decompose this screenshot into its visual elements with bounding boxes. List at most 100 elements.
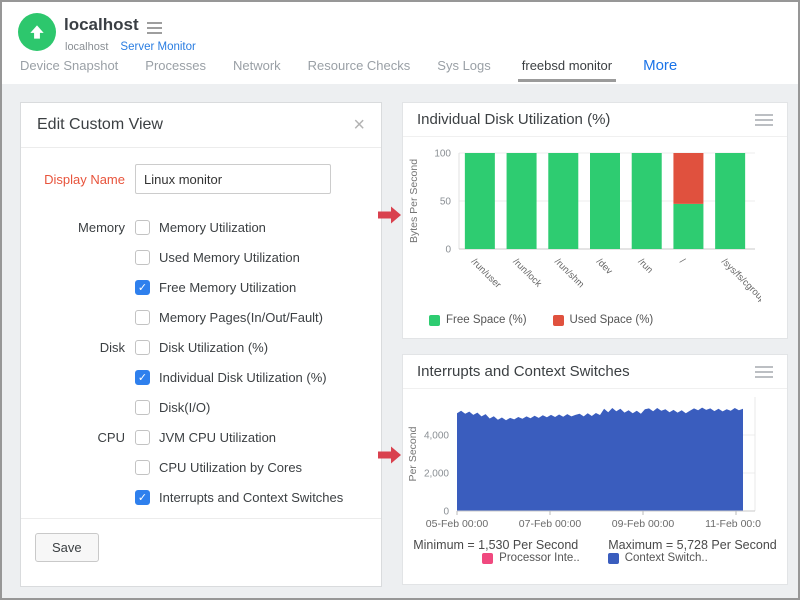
checkbox-unchecked[interactable] xyxy=(135,430,150,445)
group-label: Disk xyxy=(21,340,125,355)
svg-text:/dev: /dev xyxy=(594,256,615,277)
monitor-status-badge xyxy=(18,13,56,51)
checkbox-unchecked[interactable] xyxy=(135,460,150,475)
legend-item[interactable]: Used Space (%) xyxy=(553,314,654,326)
metric-row: Disk Disk Utilization (%) xyxy=(21,332,381,362)
svg-text:/run/lock: /run/lock xyxy=(510,256,543,289)
metric-row: ✓Free Memory Utilization xyxy=(21,272,381,302)
tab-more[interactable]: More xyxy=(643,57,677,82)
checkbox-checked[interactable]: ✓ xyxy=(135,280,150,295)
chart-stats: Minimum = 1,530 Per Second Maximum = 5,7… xyxy=(403,538,787,552)
checkbox-checked[interactable]: ✓ xyxy=(135,370,150,385)
svg-text:/sys/fs/cgroup: /sys/fs/cgroup xyxy=(719,256,761,305)
tab-resource-checks[interactable]: Resource Checks xyxy=(308,58,411,82)
disk-chart-title: Individual Disk Utilization (%) xyxy=(417,111,610,128)
breadcrumb: localhost Server Monitor xyxy=(65,41,196,53)
server-monitor-window: localhost localhost Server Monitor Device… xyxy=(0,0,800,600)
arrow-up-icon xyxy=(27,22,47,42)
svg-text:Per Second: Per Second xyxy=(407,426,419,481)
tab-network[interactable]: Network xyxy=(233,58,281,82)
checkbox-unchecked[interactable] xyxy=(135,250,150,265)
disk-utilization-panel: Individual Disk Utilization (%) 0 50 100 By… xyxy=(402,102,788,339)
bar-free-space xyxy=(507,153,537,249)
chart-menu-icon[interactable] xyxy=(755,114,773,126)
disk-chart-header: Individual Disk Utilization (%) xyxy=(403,103,787,137)
dialog-header: Edit Custom View × xyxy=(21,103,381,148)
svg-text:Bytes Per Second: Bytes Per Second xyxy=(408,159,420,243)
svg-text:07-Feb 00:00: 07-Feb 00:00 xyxy=(519,518,582,530)
metric-checkbox-list: MemoryMemory Utilization Used Memory Util… xyxy=(21,212,381,512)
tab-processes[interactable]: Processes xyxy=(145,58,206,82)
group-label: CPU xyxy=(21,430,125,445)
checkbox-unchecked[interactable] xyxy=(135,220,150,235)
bar-free-space xyxy=(715,153,745,249)
svg-text:/: / xyxy=(677,256,687,266)
metric-row: Memory Pages(In/Out/Fault) xyxy=(21,302,381,332)
red-arrow-icon xyxy=(378,206,402,224)
bar-used-space xyxy=(673,153,703,204)
checkbox-checked[interactable]: ✓ xyxy=(135,490,150,505)
legend-item[interactable]: Context Switch.. xyxy=(608,552,708,564)
tab-bar: Device Snapshot Processes Network Resource … xyxy=(20,56,677,82)
svg-text:05-Feb 00:00: 05-Feb 00:00 xyxy=(426,518,489,530)
red-arrow-icon xyxy=(378,446,402,464)
metric-label: Memory Utilization xyxy=(151,220,381,235)
svg-text:11-Feb 00:00: 11-Feb 00:00 xyxy=(705,518,761,530)
svg-text:0: 0 xyxy=(443,507,449,518)
metric-label: JVM CPU Utilization xyxy=(151,430,381,445)
bar-free-space xyxy=(632,153,662,249)
interrupts-panel: Interrupts and Context Switches 02,0004,… xyxy=(402,354,788,585)
bar-free-space xyxy=(673,204,703,249)
legend-swatch xyxy=(553,315,564,326)
disk-chart-legend: Free Space (%) Used Space (%) xyxy=(403,314,787,326)
svg-text:100: 100 xyxy=(434,149,451,160)
metric-label: CPU Utilization by Cores xyxy=(151,460,381,475)
hamburger-icon[interactable] xyxy=(147,22,162,34)
metric-label: Used Memory Utilization xyxy=(151,250,381,265)
interrupts-chart-legend: Processor Inte.. Context Switch.. xyxy=(403,552,787,564)
legend-swatch xyxy=(608,553,619,564)
breadcrumb-host: localhost xyxy=(65,41,108,53)
bar-free-space xyxy=(548,153,578,249)
svg-text:09-Feb 00:00: 09-Feb 00:00 xyxy=(612,518,675,530)
svg-text:/run/user: /run/user xyxy=(469,256,503,290)
metric-label: Individual Disk Utilization (%) xyxy=(151,370,381,385)
legend-swatch xyxy=(482,553,493,564)
metric-label: Free Memory Utilization xyxy=(151,280,381,295)
save-button[interactable]: Save xyxy=(35,533,99,562)
svg-text:2,000: 2,000 xyxy=(424,469,449,480)
checkbox-unchecked[interactable] xyxy=(135,400,150,415)
metric-label: Disk Utilization (%) xyxy=(151,340,381,355)
svg-text:50: 50 xyxy=(440,197,452,208)
metric-row: CPU JVM CPU Utilization xyxy=(21,422,381,452)
header: localhost localhost Server Monitor Device… xyxy=(2,2,798,84)
tab-freebsd-monitor[interactable]: freebsd monitor xyxy=(518,58,616,82)
tab-device-snapshot[interactable]: Device Snapshot xyxy=(20,58,118,82)
minimum-stat: Minimum = 1,530 Per Second xyxy=(413,538,578,552)
close-icon[interactable]: × xyxy=(353,115,365,135)
disk-utilization-bar-chart: 0 50 100 Bytes Per Second/run/user/run/lock… xyxy=(403,137,761,309)
legend-item[interactable]: Free Space (%) xyxy=(429,314,527,326)
display-name-input[interactable] xyxy=(135,164,331,194)
svg-text:/run: /run xyxy=(636,256,655,275)
dialog-footer: Save xyxy=(21,518,381,586)
page-title: localhost xyxy=(64,15,139,35)
maximum-stat: Maximum = 5,728 Per Second xyxy=(608,538,777,552)
metric-label: Interrupts and Context Switches xyxy=(151,490,381,505)
interrupts-area-chart: 0 2,000 4,000 Per Second 05-Feb 00:00 07-Feb … xyxy=(403,389,761,531)
edit-custom-view-dialog: Edit Custom View × Display Name MemoryMe… xyxy=(20,102,382,587)
tab-sys-logs[interactable]: Sys Logs xyxy=(437,58,490,82)
chart-menu-icon[interactable] xyxy=(755,366,773,378)
svg-text:0: 0 xyxy=(445,245,451,256)
dialog-title: Edit Custom View xyxy=(37,116,163,134)
breadcrumb-server-monitor-link[interactable]: Server Monitor xyxy=(120,41,195,53)
metric-row: MemoryMemory Utilization xyxy=(21,212,381,242)
svg-text:4,000: 4,000 xyxy=(424,431,449,442)
svg-text:/run/shm: /run/shm xyxy=(552,256,586,290)
legend-swatch xyxy=(429,315,440,326)
legend-item[interactable]: Processor Inte.. xyxy=(482,552,580,564)
checkbox-unchecked[interactable] xyxy=(135,340,150,355)
dialog-body: Display Name MemoryMemory UtilizationUse… xyxy=(21,148,381,512)
checkbox-unchecked[interactable] xyxy=(135,310,150,325)
metric-label: Memory Pages(In/Out/Fault) xyxy=(151,310,381,325)
